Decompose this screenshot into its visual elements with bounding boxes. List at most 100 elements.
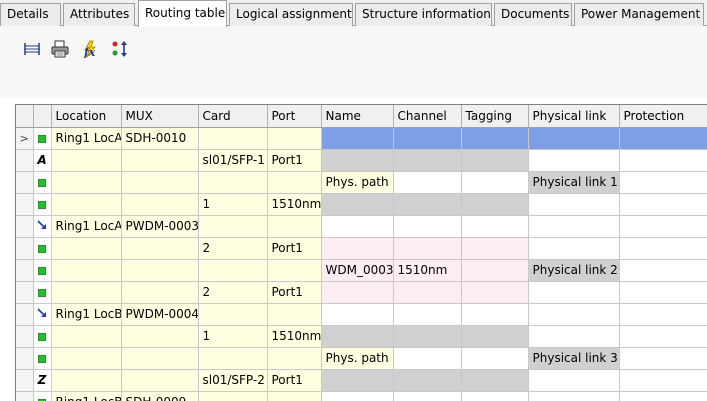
cell-name[interactable] — [321, 149, 394, 172]
cell-name[interactable]: Phys. path — [321, 347, 394, 370]
cell-location[interactable]: Ring1 LocB — [51, 391, 122, 401]
table-row[interactable]: Ring1 LocB PWDM-0004 — [16, 303, 707, 326]
cell-mux[interactable]: SDH-0010 — [121, 127, 199, 150]
cell-port[interactable] — [267, 303, 322, 326]
table-row[interactable]: Asl01/SFP-1 Port1 — [16, 149, 707, 172]
cell-channel[interactable] — [393, 391, 462, 401]
cell-channel[interactable] — [393, 237, 462, 260]
row-selector[interactable] — [16, 193, 34, 216]
cell-tagging[interactable] — [461, 325, 529, 348]
cell-tagging[interactable] — [461, 127, 529, 150]
row-selector[interactable] — [16, 171, 34, 194]
cell-tagging[interactable] — [461, 259, 529, 282]
cell-port[interactable] — [267, 171, 322, 194]
cell-name[interactable]: Phys. path — [321, 171, 394, 194]
cell-tagging[interactable] — [461, 149, 529, 172]
cell-physical-link[interactable] — [528, 127, 620, 150]
cell-location[interactable] — [51, 259, 122, 282]
cell-tagging[interactable] — [461, 215, 529, 238]
cell-physical-link[interactable] — [528, 369, 620, 392]
cell-location[interactable] — [51, 149, 122, 172]
row-selector[interactable]: > — [16, 127, 34, 150]
row-selector[interactable] — [16, 391, 34, 401]
table-row[interactable]: > Ring1 LocA SDH-0010 — [16, 127, 707, 150]
cell-location[interactable] — [51, 347, 122, 370]
row-selector[interactable] — [16, 259, 34, 282]
cell-mux[interactable] — [121, 237, 199, 260]
print-icon[interactable] — [50, 39, 70, 59]
cell-channel[interactable] — [393, 303, 462, 326]
cell-channel[interactable] — [393, 369, 462, 392]
cell-mux[interactable] — [121, 149, 199, 172]
cell-physical-link[interactable] — [528, 149, 620, 172]
cell-channel[interactable] — [393, 127, 462, 150]
cell-mux[interactable] — [121, 259, 199, 282]
cell-channel[interactable] — [393, 281, 462, 304]
cell-location[interactable] — [51, 369, 122, 392]
cell-name[interactable]: WDM_0003 — [321, 259, 394, 282]
cell-physical-link[interactable] — [528, 281, 620, 304]
cell-tagging[interactable] — [461, 237, 529, 260]
cell-name[interactable] — [321, 391, 394, 401]
cell-channel[interactable]: 1510nm — [393, 259, 462, 282]
tab-power-management[interactable]: Power Management — [574, 3, 704, 26]
cell-port[interactable] — [267, 391, 322, 401]
row-selector[interactable] — [16, 303, 34, 326]
cell-location[interactable] — [51, 193, 122, 216]
cell-protection[interactable] — [619, 391, 707, 401]
cell-physical-link[interactable]: Physical link 3 — [528, 347, 620, 370]
cell-tagging[interactable] — [461, 171, 529, 194]
cell-physical-link[interactable] — [528, 391, 620, 401]
table-row[interactable]: 1 1510nm — [16, 193, 707, 216]
cell-protection[interactable] — [619, 369, 707, 392]
table-row[interactable]: Phys. path Physical link 3 — [16, 347, 707, 370]
cell-physical-link[interactable]: Physical link 2 — [528, 259, 620, 282]
table-row[interactable]: Phys. path Physical link 1 — [16, 171, 707, 194]
cell-protection[interactable] — [619, 281, 707, 304]
tab-logical-assignment[interactable]: Logical assignment — [229, 3, 353, 26]
col-header-physical-link[interactable]: Physical link — [528, 105, 620, 128]
cell-name[interactable] — [321, 281, 394, 304]
row-selector[interactable] — [16, 281, 34, 304]
row-selector[interactable] — [16, 369, 34, 392]
col-header-tagging[interactable]: Tagging — [461, 105, 529, 128]
cell-card[interactable] — [198, 215, 268, 238]
cell-mux[interactable]: SDH-0009 — [121, 391, 199, 401]
cell-physical-link[interactable] — [528, 303, 620, 326]
cell-tagging[interactable] — [461, 281, 529, 304]
cell-name[interactable] — [321, 237, 394, 260]
cell-tagging[interactable] — [461, 193, 529, 216]
cell-card[interactable] — [198, 259, 268, 282]
cell-protection[interactable] — [619, 303, 707, 326]
cell-port[interactable] — [267, 127, 322, 150]
cell-name[interactable] — [321, 325, 394, 348]
table-row[interactable]: 2 Port1 — [16, 237, 707, 260]
cell-card[interactable] — [198, 171, 268, 194]
cell-physical-link[interactable] — [528, 237, 620, 260]
table-row[interactable]: Ring1 LocA PWDM-0003 — [16, 215, 707, 238]
cell-mux[interactable] — [121, 325, 199, 348]
cell-protection[interactable] — [619, 259, 707, 282]
cell-card[interactable]: sl01/SFP-2 — [198, 369, 268, 392]
cell-card[interactable]: sl01/SFP-1 — [198, 149, 268, 172]
table-row[interactable]: Ring1 LocBSDH-0009 — [16, 391, 707, 401]
cell-mux[interactable] — [121, 193, 199, 216]
cell-channel[interactable] — [393, 171, 462, 194]
cell-card[interactable] — [198, 347, 268, 370]
row-selector[interactable] — [16, 325, 34, 348]
cell-protection[interactable] — [619, 149, 707, 172]
cell-channel[interactable] — [393, 149, 462, 172]
cell-mux[interactable]: PWDM-0003 — [121, 215, 199, 238]
cell-tagging[interactable] — [461, 303, 529, 326]
cell-port[interactable]: 1510nm — [267, 193, 322, 216]
function-icon[interactable]: fx — [80, 39, 100, 59]
row-selector[interactable] — [16, 347, 34, 370]
cell-port[interactable] — [267, 259, 322, 282]
cell-location[interactable] — [51, 281, 122, 304]
cell-location[interactable]: Ring1 LocA — [51, 215, 122, 238]
cell-mux[interactable]: PWDM-0004 — [121, 303, 199, 326]
cell-tagging[interactable] — [461, 369, 529, 392]
cell-mux[interactable] — [121, 347, 199, 370]
col-header-location[interactable]: Location — [51, 105, 122, 128]
tab-details[interactable]: Details — [0, 3, 61, 26]
